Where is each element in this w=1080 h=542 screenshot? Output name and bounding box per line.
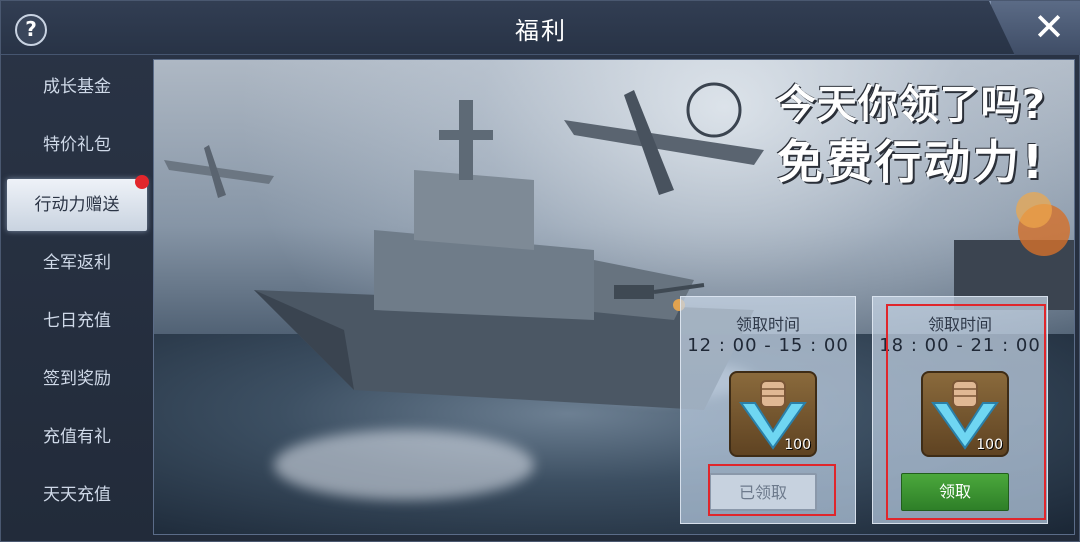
claim-time-range: 12 : 00 - 15 : 00 xyxy=(687,335,849,356)
headline-line-1: 今天你领了吗? xyxy=(775,82,1046,128)
notification-dot xyxy=(135,175,149,189)
close-icon: ✕ xyxy=(1033,5,1065,49)
event-banner: 今天你领了吗? 免费行动力! 领取时间 12 : 00 - 15 : 00 10… xyxy=(153,59,1075,535)
aircraft-illustration xyxy=(164,145,274,198)
sidebar-item-label: 全军返利 xyxy=(43,253,111,273)
close-button[interactable]: ✕ xyxy=(989,1,1080,55)
sidebar-item-army-rebate[interactable]: 全军返利 xyxy=(7,237,147,289)
action-points-item-icon: 100 xyxy=(729,371,817,457)
sidebar-item-seven-day-topup[interactable]: 七日充值 xyxy=(7,295,147,347)
sidebar-item-label: 七日充值 xyxy=(43,311,111,331)
sidebar-nav: 成长基金 特价礼包 行动力赠送 全军返利 七日充值 签到奖励 充值有礼 天天充值 xyxy=(1,55,153,542)
sidebar-item-label: 特价礼包 xyxy=(43,135,111,155)
aircraft-illustration xyxy=(564,82,764,195)
sidebar-item-label: 签到奖励 xyxy=(43,369,111,389)
sidebar-item-daily-topup[interactable]: 天天充值 xyxy=(7,469,147,521)
sidebar-item-special-pack[interactable]: 特价礼包 xyxy=(7,119,147,171)
item-quantity: 100 xyxy=(784,437,811,453)
promo-headline: 今天你领了吗? 免费行动力! xyxy=(776,72,1046,192)
welfare-window: ? 福利 ✕ 成长基金 特价礼包 行动力赠送 全军返利 七日充值 签到奖励 充值… xyxy=(0,0,1080,542)
sidebar-item-label: 成长基金 xyxy=(43,77,111,97)
sidebar-item-label: 天天充值 xyxy=(43,485,111,505)
claim-time-label: 领取时间 xyxy=(735,315,800,334)
window-title: 福利 xyxy=(515,17,567,45)
sidebar-item-growth-fund[interactable]: 成长基金 xyxy=(7,61,147,113)
sidebar-item-label: 充值有礼 xyxy=(43,427,111,447)
sidebar-item-action-points-gift[interactable]: 行动力赠送 xyxy=(7,175,149,231)
highlight-evening-card xyxy=(886,304,1046,520)
sidebar-item-label: 行动力赠送 xyxy=(34,195,120,215)
sidebar-item-sign-in-reward[interactable]: 签到奖励 xyxy=(7,353,147,405)
title-bar: ? 福利 ✕ xyxy=(1,1,1080,55)
headline-line-2: 免费行动力! xyxy=(777,135,1046,189)
sidebar-item-topup-gift[interactable]: 充值有礼 xyxy=(7,411,147,463)
highlight-claimed xyxy=(708,464,836,516)
